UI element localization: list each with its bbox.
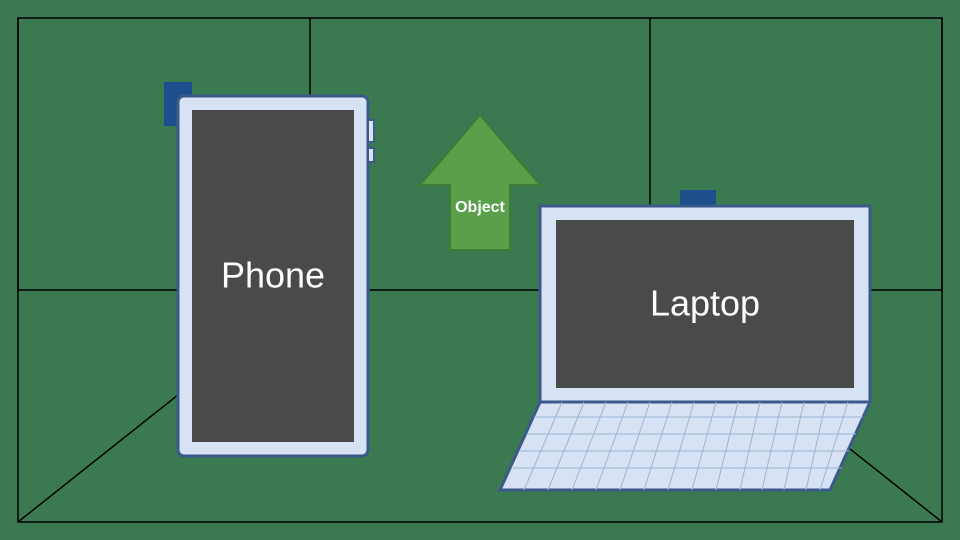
phone-device: Phone xyxy=(164,82,374,456)
laptop-base xyxy=(500,402,870,490)
arrow-label: Object xyxy=(455,199,505,216)
object-arrow: Object xyxy=(420,115,540,250)
laptop-device: Laptop xyxy=(500,190,870,490)
phone-button-icon xyxy=(368,148,374,162)
arrow-up-icon xyxy=(420,115,540,250)
laptop-label: Laptop xyxy=(650,283,760,324)
diagram-canvas: Phone Object Laptop xyxy=(0,0,960,540)
phone-label: Phone xyxy=(221,255,325,296)
phone-button-icon xyxy=(368,120,374,142)
